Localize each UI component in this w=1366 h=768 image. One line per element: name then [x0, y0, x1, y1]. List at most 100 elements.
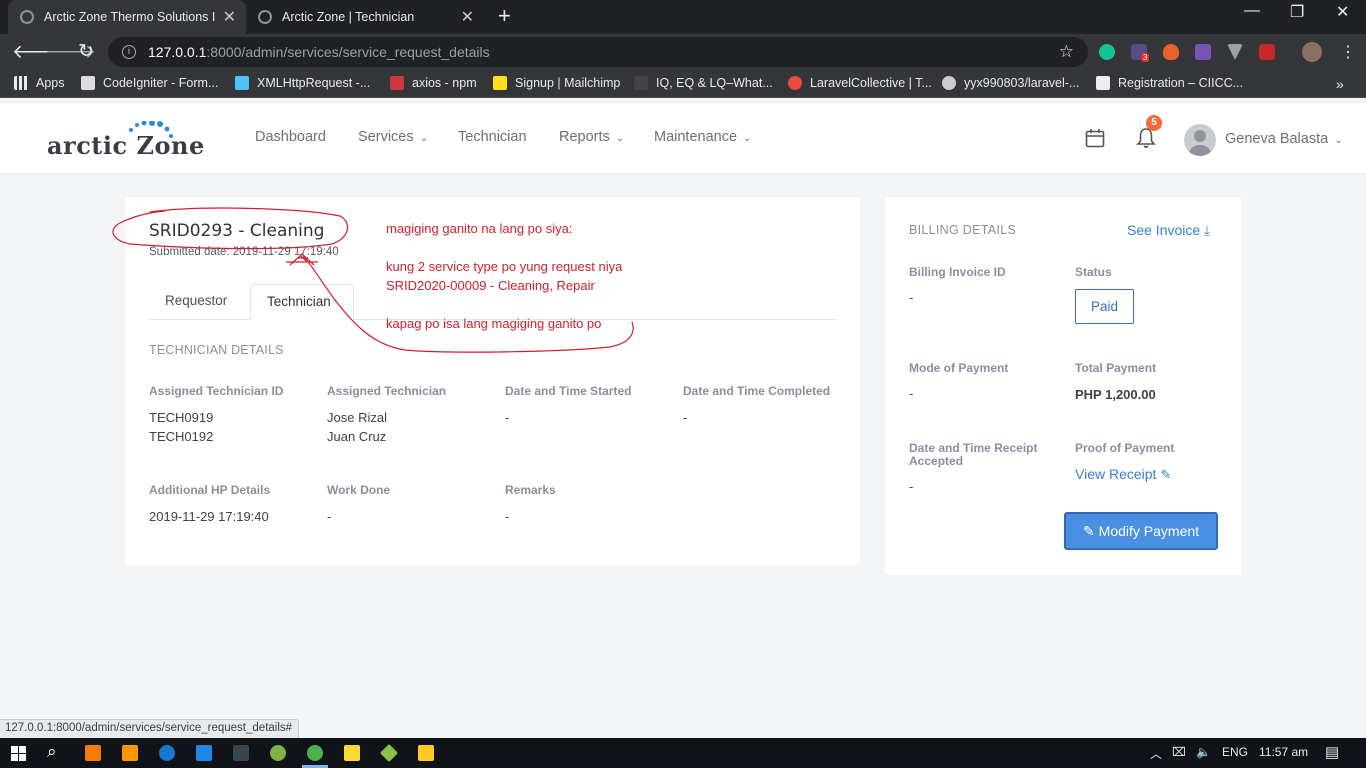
volume-icon[interactable]: 🔈	[1196, 745, 1211, 759]
tab-requestor[interactable]: Requestor	[149, 284, 250, 320]
minimize-button[interactable]: —	[1244, 2, 1260, 20]
pocket-icon[interactable]	[1259, 44, 1275, 60]
nav-services[interactable]: Services ⌄	[358, 129, 428, 145]
close-tab-icon[interactable]: ✕	[223, 7, 236, 27]
chrome-icon[interactable]	[307, 745, 323, 761]
assigned-technician-label: Assigned Technician	[327, 384, 447, 398]
globe-icon	[258, 10, 272, 24]
fire-icon[interactable]	[1163, 44, 1179, 60]
bookmark-star-icon[interactable]: ☆	[1059, 42, 1074, 62]
more-bookmarks-icon[interactable]: »	[1336, 76, 1344, 92]
bookmarks-bar: Apps CodeIgniter - Form... XMLHttpReques…	[0, 70, 1366, 98]
view-receipt-link[interactable]: View Receipt ✎	[1075, 466, 1171, 483]
bookmark-item[interactable]: yyx990803/laravel-...	[942, 76, 1079, 90]
browser-tab[interactable]: Arctic Zone | Technician ✕	[246, 0, 484, 34]
browser-toolbar: 🡐 🡒 ↻ i 127.0.0.1:8000/admin/services/se…	[0, 34, 1366, 70]
address-bar[interactable]: i 127.0.0.1:8000/admin/services/service_…	[108, 37, 1088, 67]
network-icon[interactable]: ⌧	[1172, 745, 1186, 759]
globe-icon	[20, 10, 34, 24]
assigned-technician-id-value: TECH0919	[149, 410, 214, 425]
windows-start-icon[interactable]	[11, 746, 26, 761]
status-bar-url: 127.0.0.1:8000/admin/services/service_re…	[0, 719, 300, 739]
billing-invoice-id-label: Billing Invoice ID	[909, 265, 1006, 279]
bookmark-item[interactable]: axios - npm	[390, 76, 477, 90]
info-icon[interactable]: i	[122, 45, 136, 59]
ciicc-icon	[1096, 76, 1110, 90]
work-done-value: -	[327, 509, 332, 524]
browser-tab-strip: Arctic Zone Thermo Solutions Inc ✕ Arcti…	[0, 0, 1366, 34]
bookmark-item[interactable]: IQ, EQ & LQ–What...	[634, 76, 773, 90]
total-payment-value: PHP 1,200.00	[1075, 387, 1156, 402]
avatar[interactable]	[1184, 124, 1216, 156]
mode-of-payment-label: Mode of Payment	[909, 361, 1009, 375]
calendar-icon[interactable]	[1085, 128, 1105, 148]
user-menu[interactable]: Geneva Balasta ⌄	[1225, 131, 1343, 147]
grammarly-icon[interactable]	[1099, 44, 1115, 60]
reload-icon[interactable]: ↻	[78, 40, 94, 63]
action-center-icon[interactable]: ▤	[1325, 743, 1339, 761]
close-tab-icon[interactable]: ✕	[461, 7, 474, 27]
language-indicator[interactable]: ENG	[1222, 745, 1248, 759]
bookmark-item[interactable]: Signup | Mailchimp	[493, 76, 620, 90]
annotation-note: kung 2 service type po yung request niya	[386, 259, 623, 274]
close-window-button[interactable]: ✕	[1336, 2, 1349, 22]
annotation-note: kapag po isa lang magiging ganito po	[386, 316, 602, 331]
sourcetree-icon[interactable]	[379, 743, 399, 763]
assigned-technician-value: Juan Cruz	[327, 429, 387, 444]
billing-invoice-id-value: -	[909, 290, 914, 305]
bookmark-item[interactable]: XMLHttpRequest -...	[235, 76, 370, 90]
additional-hp-value: 2019-11-29 17:19:40	[149, 509, 269, 524]
tab-title: Arctic Zone | Technician	[282, 10, 415, 24]
search-icon[interactable]: ⌕	[47, 742, 57, 762]
sticky-notes-icon[interactable]	[344, 745, 360, 761]
tab-technician[interactable]: Technician	[250, 284, 354, 320]
browser-tab-active[interactable]: Arctic Zone Thermo Solutions Inc ✕	[8, 0, 246, 34]
codeigniter-icon	[81, 76, 95, 90]
article-icon	[634, 76, 648, 90]
mode-of-payment-value: -	[909, 386, 914, 401]
menu-icon[interactable]: ⋮	[1340, 42, 1356, 62]
assigned-technician-id-value: TECH0192	[149, 429, 214, 444]
app-header: arctic Zone Dashboard Services ⌄ Technici…	[0, 103, 1366, 173]
vscode-icon[interactable]	[196, 745, 212, 761]
nav-dashboard[interactable]: Dashboard	[255, 129, 326, 145]
android-icon[interactable]	[270, 745, 286, 761]
arctic-zone-logo[interactable]: arctic Zone	[47, 121, 204, 161]
vue-icon[interactable]	[1227, 44, 1243, 60]
pencil-icon: ✎	[1160, 467, 1172, 482]
restore-button[interactable]: ❐	[1290, 2, 1304, 22]
chevron-down-icon: ⌄	[419, 133, 428, 144]
tray-overflow-icon[interactable]: ︿	[1150, 745, 1162, 762]
bookmark-item[interactable]: CodeIgniter - Form...	[81, 76, 218, 90]
work-done-label: Work Done	[327, 483, 391, 497]
windows-taskbar: ⌕ ︿ ⌧ 🔈 ENG 11:57 am ▤	[0, 738, 1366, 768]
chevron-down-icon: ⌄	[1334, 135, 1343, 146]
mdn-icon	[235, 76, 249, 90]
bootstrap-icon[interactable]	[1195, 44, 1211, 60]
edge-icon[interactable]	[159, 745, 175, 761]
status-label: Status	[1075, 265, 1112, 279]
user-silhouette-icon	[1189, 130, 1211, 156]
status-badge: Paid	[1075, 289, 1134, 324]
file-explorer-icon[interactable]	[418, 745, 434, 761]
xampp-icon[interactable]	[85, 745, 101, 761]
sublime-text-icon[interactable]	[122, 745, 138, 761]
nav-maintenance[interactable]: Maintenance ⌄	[654, 129, 751, 145]
download-icon: ⤓	[1204, 223, 1210, 238]
chevron-down-icon: ⌄	[743, 133, 752, 144]
additional-hp-label: Additional HP Details	[149, 483, 271, 497]
bookmark-apps[interactable]: Apps	[14, 76, 65, 90]
modify-payment-button[interactable]: ✎ Modify Payment	[1064, 512, 1218, 550]
receipt-accepted-label: Accepted	[909, 454, 964, 468]
database-tool-icon[interactable]	[233, 745, 249, 761]
pencil-icon: ✎	[1082, 522, 1095, 539]
see-invoice-link[interactable]: See Invoice ⤓	[1127, 222, 1210, 239]
nav-technician[interactable]: Technician	[458, 129, 527, 145]
bookmark-item[interactable]: Registration – CIICC...	[1096, 76, 1243, 90]
new-tab-button[interactable]: +	[498, 3, 511, 29]
chevron-down-icon: ⌄	[615, 133, 625, 144]
bookmark-item[interactable]: LaravelCollective | T...	[788, 76, 932, 90]
clock[interactable]: 11:57 am	[1259, 745, 1308, 759]
profile-avatar[interactable]	[1302, 42, 1322, 62]
nav-reports[interactable]: Reports ⌄	[559, 129, 624, 145]
